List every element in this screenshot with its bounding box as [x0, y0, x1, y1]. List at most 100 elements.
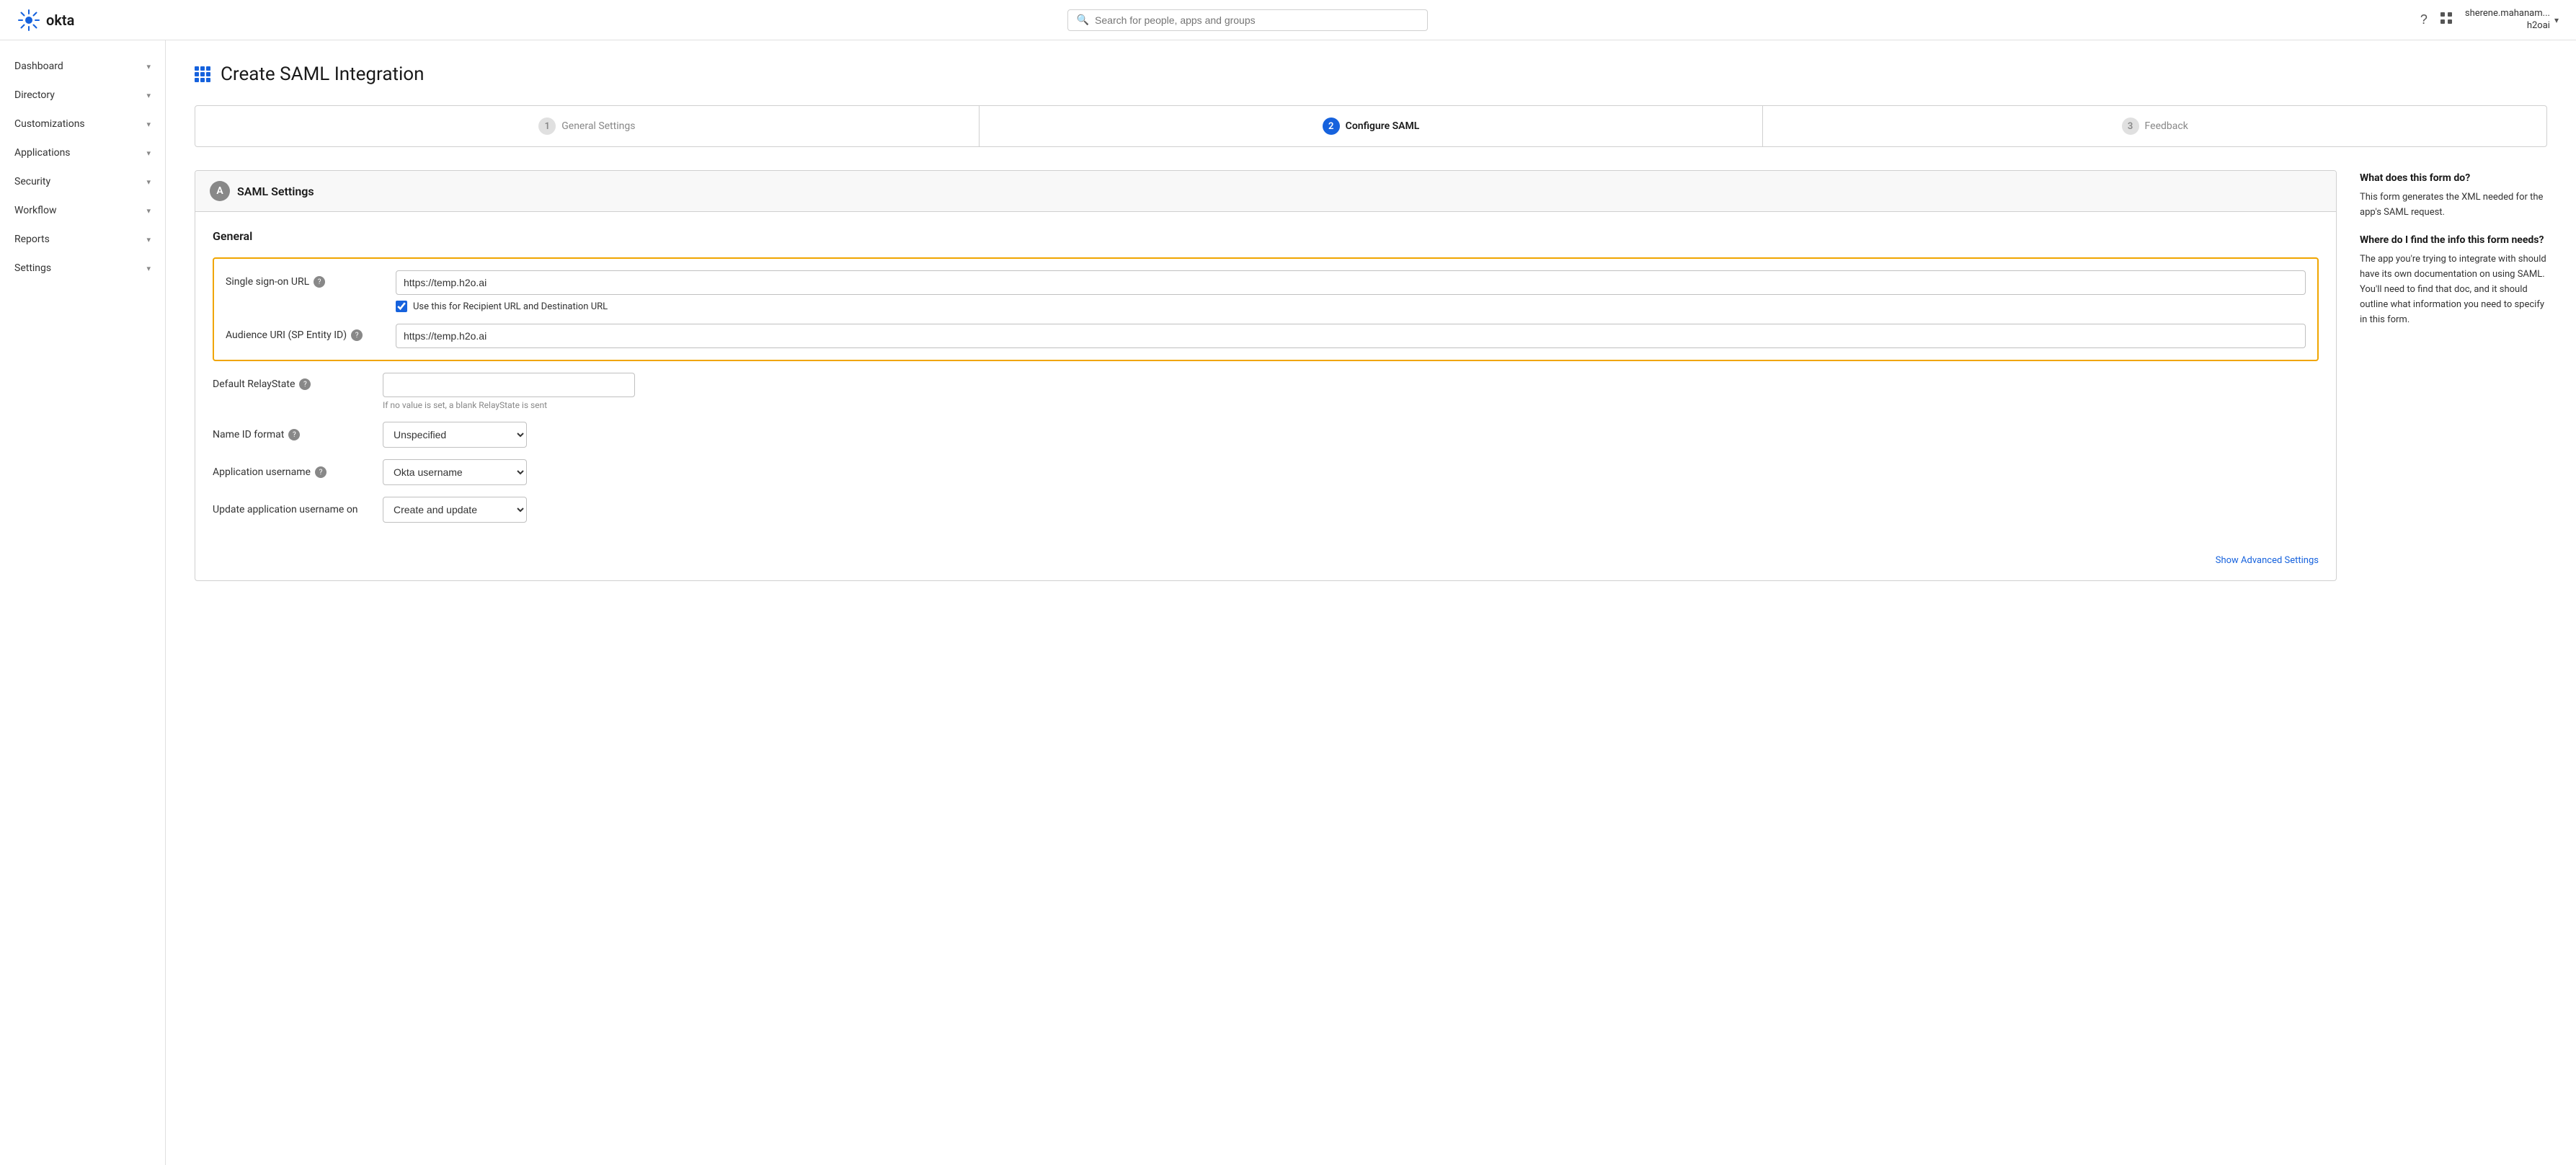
sidebar-chevron-applications: ▾	[146, 149, 151, 158]
sso-url-label: Single sign-on URL ?	[226, 270, 384, 288]
name-id-format-row: Name ID format ? Unspecified EmailAddres…	[213, 422, 2319, 448]
form-card-header: A SAML Settings	[195, 171, 2336, 212]
help-answer-2: The app you're trying to integrate with …	[2360, 252, 2547, 327]
step-configure-saml[interactable]: 2 Configure SAML	[980, 106, 1764, 146]
main-content: Create SAML Integration 1 General Settin…	[166, 40, 2576, 1165]
app-username-label: Application username ?	[213, 466, 371, 478]
relay-state-help-icon[interactable]: ?	[299, 378, 311, 390]
update-username-select[interactable]: Create and update Create only	[383, 497, 527, 523]
sidebar-item-customizations[interactable]: Customizations ▾	[0, 110, 165, 138]
page-layout: Dashboard ▾ Directory ▾ Customizations ▾…	[0, 40, 2576, 1165]
apps-grid-button[interactable]	[2439, 11, 2453, 29]
sidebar-item-applications[interactable]: Applications ▾	[0, 138, 165, 167]
app-username-help-icon[interactable]: ?	[315, 466, 327, 478]
highlighted-fields-group: Single sign-on URL ? Use this for Recipi…	[213, 257, 2319, 361]
okta-logo: okta	[17, 9, 74, 32]
sidebar-chevron-reports: ▾	[146, 235, 151, 244]
advanced-settings-area: Show Advanced Settings	[195, 546, 2336, 580]
sso-url-row: Single sign-on URL ? Use this for Recipi…	[226, 270, 2306, 312]
sidebar-chevron-settings: ▾	[146, 264, 151, 273]
step-1-label: General Settings	[561, 120, 635, 132]
sidebar-label-applications: Applications	[14, 147, 71, 159]
sidebar-item-directory[interactable]: Directory ▾	[0, 81, 165, 110]
sso-url-checkbox[interactable]	[396, 301, 407, 312]
relay-state-hint: If no value is set, a blank RelayState i…	[383, 400, 2319, 410]
search-box[interactable]: 🔍	[1067, 9, 1428, 31]
saml-settings-card: A SAML Settings General Single sign-on U…	[195, 170, 2337, 581]
help-panel: What does this form do? This form genera…	[2360, 170, 2547, 581]
form-body: General Single sign-on URL ?	[195, 212, 2336, 546]
content-row: A SAML Settings General Single sign-on U…	[195, 170, 2547, 581]
audience-uri-input[interactable]	[396, 324, 2306, 348]
form-card-title: SAML Settings	[237, 185, 314, 198]
sidebar-item-workflow[interactable]: Workflow ▾	[0, 196, 165, 225]
sidebar-label-customizations: Customizations	[14, 118, 85, 130]
relay-state-label: Default RelayState ?	[213, 373, 371, 390]
app-username-row: Application username ? Okta username Ema…	[213, 459, 2319, 485]
help-question-2: Where do I find the info this form needs…	[2360, 232, 2547, 248]
sidebar-chevron-workflow: ▾	[146, 206, 151, 216]
sidebar-chevron-security: ▾	[146, 177, 151, 187]
top-nav: okta 🔍 ? sherene.mahanam... h2oai ▾	[0, 0, 2576, 40]
okta-brand-name: okta	[46, 12, 74, 29]
nav-right: ? sherene.mahanam... h2oai ▾	[2420, 8, 2559, 32]
sidebar-item-reports[interactable]: Reports ▾	[0, 225, 165, 254]
sidebar-label-reports: Reports	[14, 234, 50, 245]
sidebar-label-directory: Directory	[14, 89, 55, 101]
sso-url-checkbox-row: Use this for Recipient URL and Destinati…	[396, 301, 2306, 312]
sidebar-label-dashboard: Dashboard	[14, 61, 63, 72]
step-3-label: Feedback	[2145, 120, 2188, 132]
app-username-select[interactable]: Okta username Email Custom	[383, 459, 527, 485]
name-id-format-label: Name ID format ?	[213, 429, 371, 440]
page-title-area: Create SAML Integration	[195, 63, 2547, 85]
search-icon: 🔍	[1077, 14, 1089, 26]
sidebar-chevron-directory: ▾	[146, 91, 151, 100]
page-title-grid-icon	[195, 66, 210, 82]
nav-left: okta	[17, 9, 74, 32]
sidebar-label-settings: Settings	[14, 262, 51, 274]
relay-state-input[interactable]	[383, 373, 635, 397]
steps-bar: 1 General Settings 2 Configure SAML 3 Fe…	[195, 105, 2547, 147]
help-question-1: What does this form do?	[2360, 170, 2547, 186]
help-button[interactable]: ?	[2420, 12, 2428, 27]
audience-uri-input-area	[396, 324, 2306, 348]
relay-state-row: Default RelayState ? If no value is set,…	[213, 373, 2319, 410]
audience-uri-help-icon[interactable]: ?	[351, 329, 363, 341]
sidebar-item-security[interactable]: Security ▾	[0, 167, 165, 196]
user-menu[interactable]: sherene.mahanam... h2oai ▾	[2465, 8, 2559, 32]
sso-url-help-icon[interactable]: ?	[314, 276, 325, 288]
sso-url-input-area: Use this for Recipient URL and Destinati…	[396, 270, 2306, 312]
sidebar: Dashboard ▾ Directory ▾ Customizations ▾…	[0, 40, 166, 1165]
sidebar-chevron-customizations: ▾	[146, 120, 151, 129]
update-username-row: Update application username on Create an…	[213, 497, 2319, 523]
name-id-format-help-icon[interactable]: ?	[288, 429, 300, 440]
sidebar-chevron-dashboard: ▾	[146, 62, 151, 71]
sidebar-label-security: Security	[14, 176, 50, 187]
general-section-title: General	[213, 229, 2319, 243]
step-2-number: 2	[1323, 118, 1340, 135]
update-username-label: Update application username on	[213, 504, 371, 515]
sidebar-label-workflow: Workflow	[14, 205, 57, 216]
relay-state-input-area: If no value is set, a blank RelayState i…	[383, 373, 2319, 410]
sso-url-checkbox-label: Use this for Recipient URL and Destinati…	[413, 301, 608, 312]
show-advanced-settings-link[interactable]: Show Advanced Settings	[2216, 555, 2319, 566]
help-answer-1: This form generates the XML needed for t…	[2360, 190, 2547, 221]
nav-search-area: 🔍	[1067, 9, 1428, 31]
audience-uri-label: Audience URI (SP Entity ID) ?	[226, 324, 384, 341]
step-3-number: 3	[2122, 118, 2139, 135]
sidebar-item-settings[interactable]: Settings ▾	[0, 254, 165, 283]
step-1-number: 1	[538, 118, 556, 135]
sso-url-input[interactable]	[396, 270, 2306, 295]
search-input[interactable]	[1095, 14, 1418, 26]
user-menu-chevron: ▾	[2554, 15, 2559, 25]
step-general-settings[interactable]: 1 General Settings	[195, 106, 980, 146]
section-letter: A	[210, 181, 230, 201]
user-name-display: sherene.mahanam... h2oai	[2465, 8, 2550, 32]
audience-uri-row: Audience URI (SP Entity ID) ?	[226, 324, 2306, 348]
sidebar-item-dashboard[interactable]: Dashboard ▾	[0, 52, 165, 81]
step-feedback[interactable]: 3 Feedback	[1763, 106, 2546, 146]
page-title: Create SAML Integration	[221, 63, 425, 85]
okta-logo-icon	[17, 9, 40, 32]
step-2-label: Configure SAML	[1346, 120, 1420, 132]
name-id-format-select[interactable]: Unspecified EmailAddress Persistent Tran…	[383, 422, 527, 448]
